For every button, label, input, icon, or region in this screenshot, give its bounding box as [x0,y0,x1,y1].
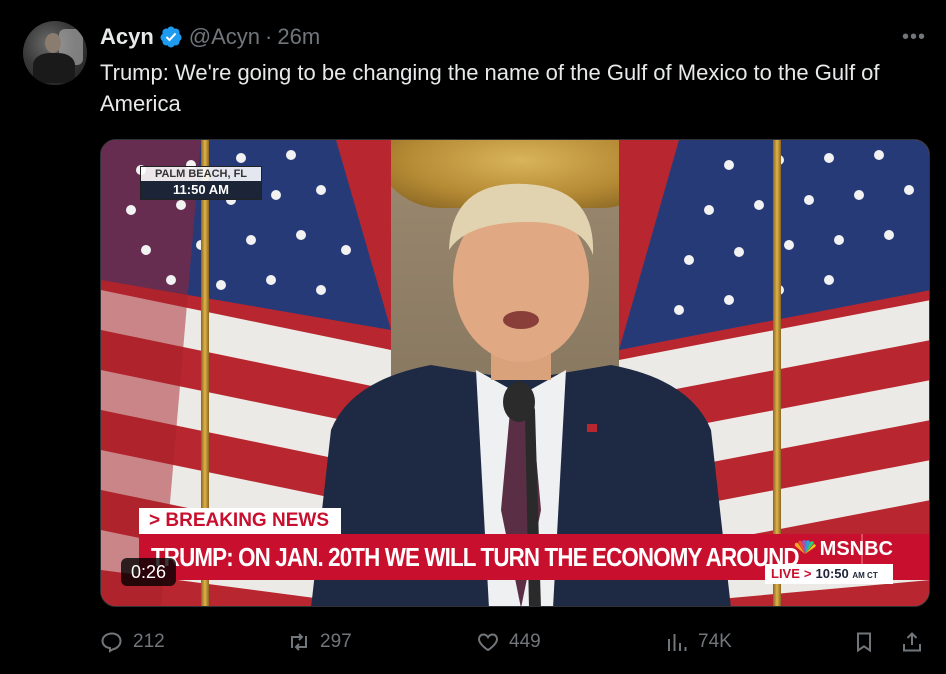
chyron-headline: TRUMP: ON JAN. 20TH WE WILL TURN THE ECO… [151,542,800,572]
bookmark-icon [857,632,871,653]
avatar-head [45,33,61,53]
repost-count: 297 [320,631,352,652]
repost-button[interactable]: 297 [287,624,352,660]
network-name: MSNBC [819,538,893,560]
bug-time: 11:50 AM [141,181,261,199]
views-count: 74K [698,631,732,652]
bug-location: PALM BEACH, FL [154,168,248,180]
tweet-header: Acyn @Acyn · 26m [100,22,320,52]
more-horizontal-icon[interactable]: ••• [902,26,926,49]
like-icon [478,633,498,652]
share-button[interactable] [900,624,924,660]
repost-icon [291,633,307,651]
like-button[interactable]: 449 [476,624,541,660]
tweet-timestamp[interactable]: 26m [277,24,320,50]
tweet-actions: 212 297 449 74K [100,624,932,660]
live-arrow: > [803,566,812,581]
reply-count: 212 [133,631,165,652]
reply-icon [101,632,122,653]
live-indicator: LIVE >10:50 AM CT [765,564,893,584]
verified-badge-icon[interactable] [159,25,183,49]
breaking-news-kicker: > BREAKING NEWS [139,508,341,534]
live-label: LIVE [771,566,800,581]
reply-button[interactable]: 212 [100,624,165,660]
author-avatar[interactable] [23,21,87,85]
video-duration: 0:26 [121,558,177,586]
views-icon [668,634,687,651]
header-separator: · [265,24,273,49]
views-button[interactable]: 74K [665,624,732,660]
network-logo: MSNBC [765,538,893,560]
bookmark-button[interactable] [852,624,876,660]
live-zone: AM CT [852,571,878,580]
share-icon [903,632,921,652]
author-name[interactable]: Acyn [100,24,154,50]
tweet-text: Trump: We're going to be changing the na… [100,60,880,116]
like-count: 449 [509,631,541,652]
avatar-figure [33,53,75,83]
live-time: 10:50 [815,566,849,581]
location-bug: PALM BEACH, FL 11:50 AM [140,166,262,200]
author-handle[interactable]: @Acyn [189,24,260,50]
video-player[interactable]: PALM BEACH, FL 11:50 AM > BREAKING NEWS … [100,139,930,607]
peacock-icon [794,540,816,554]
